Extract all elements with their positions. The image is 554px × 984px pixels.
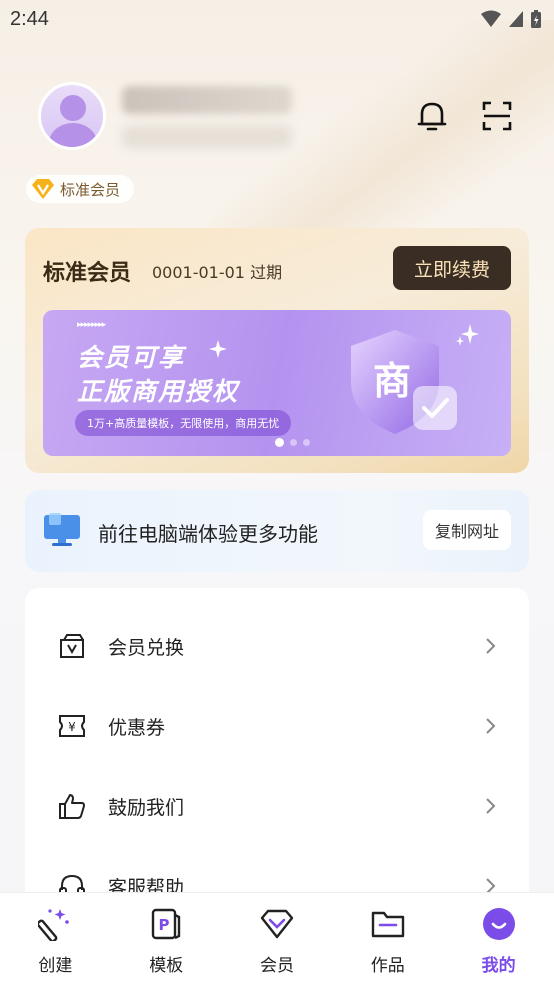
bell-icon: [417, 102, 447, 131]
banner-headline-2: 正版商用授权: [77, 377, 240, 406]
status-icons: [480, 9, 542, 29]
member-level-tag: 标准会员: [26, 175, 135, 203]
username-blurred: [122, 86, 292, 114]
carousel-dots: [275, 438, 310, 447]
chevron-right-icon: [486, 638, 496, 654]
menu-item-coupon[interactable]: ¥ 优惠券: [25, 686, 529, 766]
menu-item-label: 鼓励我们: [108, 796, 185, 819]
banner-arrows-decoration: ▸▸▸▸▸▸▸▸: [77, 320, 106, 330]
svg-text:P: P: [159, 916, 170, 934]
sparkle-icon: [209, 340, 227, 358]
notification-button[interactable]: [414, 98, 450, 134]
vip-title: 标准会员: [43, 261, 132, 286]
member-tag-label: 标准会员: [60, 180, 121, 199]
battery-icon: [531, 10, 541, 28]
diamond-icon: [259, 906, 295, 942]
status-time: 2:44: [10, 7, 49, 30]
wifi-icon: [481, 10, 501, 27]
menu-item-redeem[interactable]: 会员兑换: [25, 606, 529, 686]
pc-promo-text: 前往电脑端体验更多功能: [98, 522, 318, 546]
promo-banner[interactable]: ▸▸▸▸▸▸▸▸ 会员可享 正版商用授权 1万+高质量模板，无限使用，商用无忧 …: [43, 310, 511, 456]
folder-icon: [370, 906, 406, 942]
signal-icon: [509, 11, 523, 27]
thumbs-up-icon: [57, 791, 87, 821]
vip-expire: 0001-01-01 过期: [152, 259, 282, 283]
expire-suffix: 过期: [250, 263, 283, 282]
nav-label: 会员: [259, 956, 294, 976]
status-bar: 2:44: [0, 0, 554, 38]
carousel-dot[interactable]: [303, 439, 310, 446]
nav-create[interactable]: 创建: [0, 893, 111, 984]
copy-url-button[interactable]: 复制网址: [423, 510, 511, 550]
menu-item-encourage[interactable]: 鼓励我们: [25, 766, 529, 846]
shield-badge: 商: [347, 324, 467, 448]
monitor-icon: [43, 512, 83, 552]
nav-templates[interactable]: P 模板: [111, 893, 222, 984]
gift-bag-icon: [57, 631, 87, 661]
carousel-dot[interactable]: [275, 438, 284, 447]
nav-works[interactable]: 作品: [332, 893, 443, 984]
user-id-blurred: [122, 126, 292, 148]
template-icon: P: [148, 906, 184, 942]
nav-label: 我的: [481, 956, 516, 976]
avatar[interactable]: [38, 82, 106, 150]
menu-list: 会员兑换 ¥ 优惠券 鼓励我们 客服帮助: [25, 588, 529, 928]
profile-icon: [481, 906, 517, 942]
nav-label: 作品: [370, 956, 405, 976]
nav-label: 创建: [38, 956, 73, 976]
shield-char: 商: [373, 359, 412, 403]
magic-wand-icon: [37, 906, 73, 942]
scan-button[interactable]: [479, 98, 515, 134]
expire-date: 0001-01-01: [152, 263, 245, 282]
vip-diamond-icon: [32, 179, 54, 199]
scan-icon: [482, 101, 512, 131]
coupon-icon: ¥: [57, 711, 87, 741]
chevron-right-icon: [486, 798, 496, 814]
nav-label: 模板: [149, 956, 184, 976]
banner-headline-1: 会员可享: [77, 343, 186, 372]
vip-card: 标准会员 0001-01-01 过期 立即续费 ▸▸▸▸▸▸▸▸ 会员可享 正版…: [25, 228, 529, 473]
banner-pill: 1万+高质量模板，无限使用，商用无忧: [75, 410, 292, 436]
bottom-nav: 创建 P 模板 会员 作品 我的: [0, 892, 554, 984]
svg-text:¥: ¥: [68, 720, 76, 734]
nav-profile[interactable]: 我的: [443, 893, 554, 984]
carousel-dot[interactable]: [290, 439, 297, 446]
pc-promo-card: 前往电脑端体验更多功能 复制网址: [25, 490, 529, 572]
menu-item-label: 会员兑换: [108, 636, 185, 659]
chevron-right-icon: [486, 718, 496, 734]
renew-button[interactable]: 立即续费: [393, 246, 511, 290]
menu-item-label: 优惠券: [108, 716, 166, 739]
nav-membership[interactable]: 会员: [222, 893, 333, 984]
